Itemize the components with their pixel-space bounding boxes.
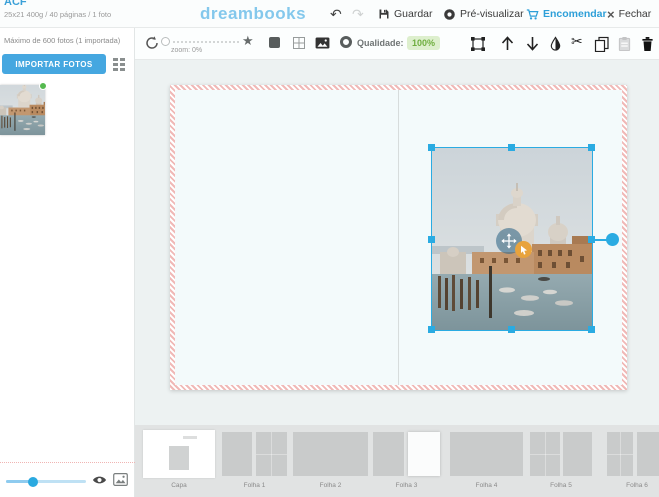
filmstrip-page-2[interactable]: Folha 2 <box>293 425 368 497</box>
layout-grid-icon[interactable] <box>293 37 305 49</box>
star-shape-icon[interactable]: ★ <box>242 34 254 48</box>
page-thumbnail <box>222 432 252 476</box>
page-thumbnail <box>373 432 404 476</box>
zoom-slider-knob[interactable] <box>161 37 170 46</box>
cut-scissors-icon[interactable]: ✂ <box>571 33 583 50</box>
mask-circle-icon[interactable] <box>340 36 352 48</box>
filmstrip-label: Folha 1 <box>222 482 287 489</box>
view-toggle-icon[interactable] <box>113 58 127 71</box>
import-row: IMPORTAR FOTOS <box>2 54 133 76</box>
photos-sidebar: Máximo de 600 fotos (1 importada) IMPORT… <box>0 28 135 497</box>
resize-handle-mid-left[interactable] <box>428 236 435 243</box>
thumbnail-size-slider[interactable] <box>6 480 86 483</box>
filmstrip-page-5[interactable]: Folha 5 <box>530 425 592 497</box>
project-info: ACF 25x21 400g / 40 páginas / 1 foto <box>4 0 194 19</box>
cart-icon <box>526 8 539 21</box>
order-label: Encomendar <box>543 8 607 20</box>
contrast-droplet-icon[interactable] <box>548 36 563 52</box>
filmstrip-page-6[interactable]: Folha 6 <box>607 425 659 497</box>
cover-title-mark <box>183 436 197 439</box>
picture-view-icon[interactable] <box>113 473 128 486</box>
cover-thumbnail <box>143 430 215 478</box>
delete-trash-icon[interactable] <box>641 36 654 52</box>
filmstrip-page-1[interactable]: Folha 1 <box>222 425 287 497</box>
resize-handle-bottom-mid[interactable] <box>508 326 515 333</box>
dreambooks-logo: dreambooks <box>200 4 306 24</box>
editor-canvas <box>135 60 659 425</box>
save-label: Guardar <box>394 8 433 20</box>
zoom-label: zoom: 0% <box>171 47 202 54</box>
quality-label: Qualidade: <box>357 38 404 48</box>
filmstrip-label: Folha 2 <box>293 482 368 489</box>
reset-zoom-icon[interactable] <box>145 36 159 50</box>
project-specs: 25x21 400g / 40 páginas / 1 foto <box>4 10 194 19</box>
slider-knob[interactable] <box>28 477 38 487</box>
resize-handle-mid-right[interactable] <box>588 236 595 243</box>
photo-library-thumbnail[interactable] <box>0 85 45 135</box>
page-thumbnail <box>256 432 287 476</box>
preview-label: Pré-visualizar <box>460 8 524 20</box>
quality-value: 100% <box>407 36 440 50</box>
rotation-handle[interactable] <box>606 233 619 246</box>
send-backward-icon[interactable] <box>526 36 539 51</box>
eye-icon <box>443 8 456 21</box>
order-button[interactable]: Encomendar <box>526 0 607 28</box>
copy-icon[interactable] <box>594 36 610 52</box>
import-photos-button[interactable]: IMPORTAR FOTOS <box>2 54 106 74</box>
filmstrip-label: Capa <box>143 482 215 489</box>
page-thumbnail-selected <box>408 432 440 476</box>
paste-icon <box>617 36 632 52</box>
filmstrip-page-cover[interactable]: Capa <box>143 425 215 497</box>
resize-handle-bottom-right[interactable] <box>588 326 595 333</box>
close-label: Fechar <box>619 8 652 20</box>
save-button[interactable]: Guardar <box>378 0 433 28</box>
pointer-cursor-icon <box>515 241 532 258</box>
close-icon: × <box>607 7 615 22</box>
filmstrip-label: Folha 3 <box>373 482 440 489</box>
filmstrip-page-4[interactable]: Folha 4 <box>450 425 523 497</box>
page-spread[interactable] <box>170 85 627 390</box>
close-button[interactable]: × Fechar <box>607 0 651 28</box>
save-icon <box>378 8 390 20</box>
project-title[interactable]: ACF <box>4 0 194 8</box>
top-bar: ACF 25x21 400g / 40 páginas / 1 foto dre… <box>0 0 659 28</box>
pages-filmstrip: Capa Folha 1 Folha 2 Folha 3 Folha 4 Fol… <box>135 425 659 497</box>
zoom-slider-track[interactable] <box>173 41 239 43</box>
filmstrip-label: Folha 6 <box>607 482 659 489</box>
page-thumbnail <box>607 432 633 476</box>
page-divider <box>398 90 399 385</box>
page-thumbnail <box>530 432 560 476</box>
resize-handle-bottom-left[interactable] <box>428 326 435 333</box>
preview-button[interactable]: Pré-visualizar <box>443 0 524 28</box>
filmstrip-label: Folha 5 <box>530 482 592 489</box>
cover-photo-placeholder <box>169 446 189 470</box>
undo-icon[interactable]: ↶ <box>330 0 342 28</box>
redo-icon: ↷ <box>352 0 364 28</box>
page-thumbnail <box>563 432 592 476</box>
page-thumbnail <box>637 432 659 476</box>
edit-toolbar: zoom: 0% ★ Qualidade: 100% ✂ <box>135 28 659 60</box>
filmstrip-label: Folha 4 <box>450 482 523 489</box>
transform-crop-icon[interactable] <box>470 36 486 52</box>
hide-used-eye-icon[interactable] <box>92 474 107 486</box>
photos-info-text: Máximo de 600 fotos (1 importada) <box>0 28 134 45</box>
page-thumbnail <box>293 432 368 476</box>
resize-handle-top-left[interactable] <box>428 144 435 151</box>
resize-handle-top-right[interactable] <box>588 144 595 151</box>
photo-frame-icon[interactable] <box>315 37 330 49</box>
page-thumbnail <box>450 432 523 476</box>
background-swatch-icon[interactable] <box>269 37 280 48</box>
bring-forward-icon[interactable] <box>501 36 514 51</box>
filmstrip-page-3[interactable]: Folha 3 <box>373 425 440 497</box>
resize-handle-top-mid[interactable] <box>508 144 515 151</box>
photo-used-badge <box>39 82 47 90</box>
sidebar-bottom-bar <box>0 462 135 497</box>
